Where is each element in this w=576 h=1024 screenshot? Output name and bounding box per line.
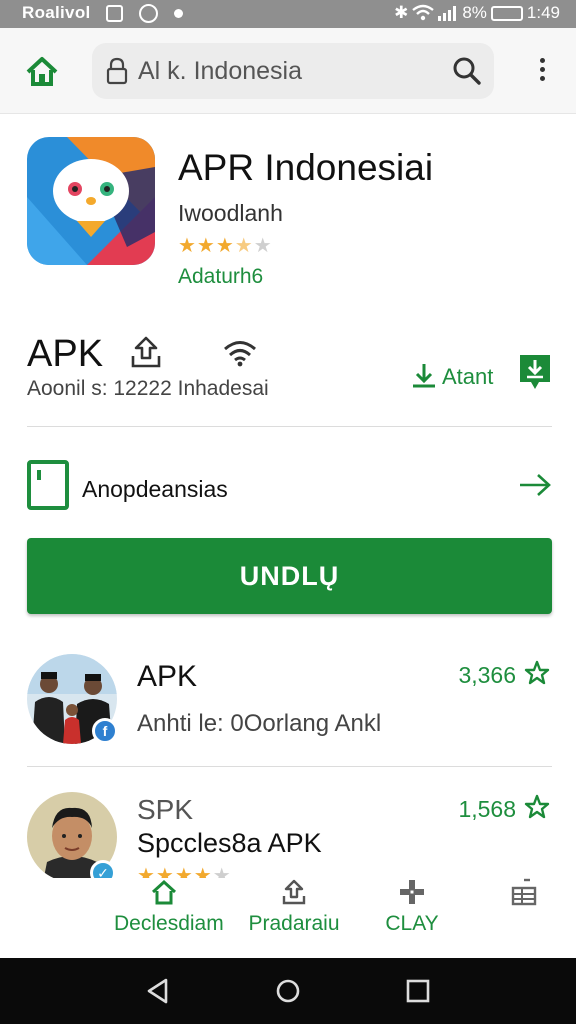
- nav-item-home[interactable]: Declesdiam: [114, 878, 224, 936]
- status-icons: ✱ 8% 1:49: [394, 3, 560, 23]
- system-navigation-bar: [0, 958, 576, 1024]
- app-icon: [27, 137, 155, 265]
- list-item-count: 3,366: [458, 662, 516, 688]
- list-item-count: 1,568: [458, 796, 516, 822]
- bottom-navigation: Declesdiam Pradaraiu CLAY: [0, 878, 576, 958]
- back-icon[interactable]: [144, 978, 172, 1004]
- divider: [27, 426, 552, 427]
- nav-item-games[interactable]: CLAY: [380, 878, 444, 936]
- home-circle-icon[interactable]: [274, 978, 302, 1004]
- battery-percent: 8%: [462, 3, 487, 22]
- battery-icon: [490, 5, 523, 21]
- list-item-title[interactable]: APK: [137, 660, 197, 694]
- upload-icon: [282, 879, 306, 905]
- bluetooth-icon: ✱: [394, 3, 409, 22]
- recents-icon[interactable]: [404, 978, 432, 1004]
- list-item-subtitle: Anhti le: 0Oorlang Ankl: [137, 710, 382, 737]
- app-title: APR Indonesiai: [178, 147, 434, 188]
- search-query: Al k. Indonesia: [138, 57, 302, 85]
- phone-icon: [27, 460, 69, 510]
- app-bar: Al k. Indonesia: [0, 28, 576, 114]
- nav-item-upload[interactable]: Pradaraiu: [238, 878, 350, 936]
- home-icon: [151, 879, 177, 905]
- install-button[interactable]: UNDLŲ: [27, 538, 552, 614]
- download-badge-icon[interactable]: [517, 352, 553, 392]
- download-arrow-icon[interactable]: [410, 361, 438, 389]
- nav-item-label: CLAY: [385, 912, 439, 935]
- app-notification-icon: [139, 4, 158, 23]
- info-subtext: Aoonil s: 12222 Inhadesai: [27, 377, 269, 400]
- developer-name[interactable]: Iwoodlanh: [178, 200, 283, 227]
- clock: 1:49: [526, 3, 560, 22]
- arrow-right-icon[interactable]: [518, 470, 552, 500]
- nav-item-label: Declesdiam: [114, 912, 224, 935]
- notification-dot-icon: [174, 9, 183, 18]
- lock-icon: [106, 57, 128, 85]
- list-item-title[interactable]: SPK: [137, 794, 193, 826]
- gallery-notification-icon: [106, 5, 123, 22]
- share-icon[interactable]: [128, 334, 164, 370]
- app-rating-stars: ★★★★★: [178, 235, 273, 257]
- signal-icon: [438, 6, 457, 21]
- carrier-name: Roalivol: [22, 3, 91, 22]
- divider: [27, 766, 552, 767]
- verified-badge-icon: f: [92, 718, 118, 744]
- wifi-icon: [224, 341, 256, 367]
- search-bar[interactable]: Al k. Indonesia: [92, 43, 494, 99]
- more-vert-icon[interactable]: [530, 54, 554, 90]
- nav-item-label: Pradaraiu: [248, 912, 340, 935]
- nav-item-library[interactable]: [506, 878, 542, 912]
- status-bar: Roalivol ✱ 8% 1:49: [0, 0, 576, 28]
- info-apk-label: APK: [27, 333, 104, 375]
- star-icon[interactable]: [524, 660, 550, 686]
- link-row-label[interactable]: Anopdeansias: [82, 476, 228, 503]
- app-tag: Adaturh6: [178, 265, 264, 288]
- library-icon: [511, 878, 537, 906]
- star-icon[interactable]: [524, 794, 550, 820]
- game-icon: [400, 880, 424, 904]
- download-label[interactable]: Atant: [442, 364, 493, 390]
- wifi-status-icon: [412, 4, 435, 21]
- search-icon[interactable]: [452, 56, 482, 86]
- list-item-subtitle: Spccles8a APK: [137, 828, 322, 858]
- home-icon[interactable]: [22, 52, 62, 92]
